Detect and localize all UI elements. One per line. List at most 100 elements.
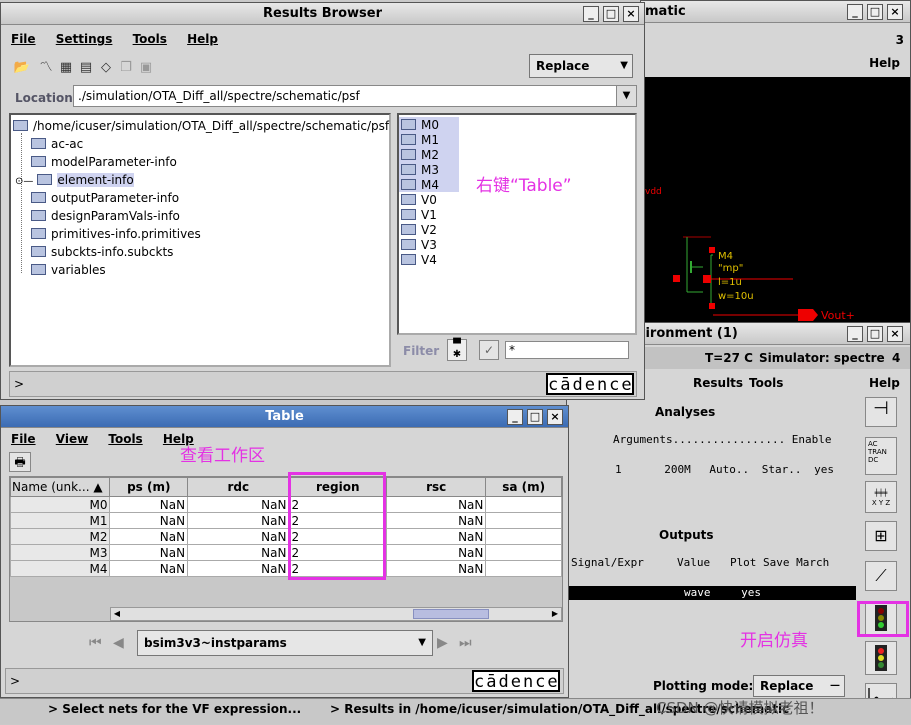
- choose-analyses-icon[interactable]: AC TRAN DC: [865, 437, 897, 475]
- minimize-icon[interactable]: _: [507, 409, 523, 425]
- tree-item-label: designParamVals-info: [51, 209, 180, 223]
- analysis-auto: Auto..: [709, 463, 750, 476]
- scroll-right-icon[interactable]: ▶: [549, 608, 561, 620]
- last-page-icon[interactable]: ⏭: [459, 628, 481, 658]
- annotation-view-region: 查看工作区: [180, 446, 265, 466]
- location-value: ./simulation/OTA_Diff_all/spectre/schema…: [78, 89, 360, 103]
- folder-icon: [31, 246, 46, 257]
- schematic-help-menu[interactable]: Help: [869, 56, 900, 70]
- chevron-down-icon[interactable]: ▼: [616, 86, 636, 106]
- tree-item[interactable]: ac-ac: [31, 135, 83, 153]
- column-header[interactable]: Name (unk... ▲: [10, 477, 111, 497]
- table-row[interactable]: M4 NaN NaN 2 NaN: [10, 560, 562, 577]
- filter-toggle-icon[interactable]: ▀ ✱: [447, 339, 467, 361]
- choose-design-icon[interactable]: ⊣: [865, 397, 897, 427]
- menu-results[interactable]: Results: [693, 373, 743, 393]
- menu-tools[interactable]: Tools: [133, 32, 167, 46]
- folder-icon: [31, 210, 46, 221]
- copy-icon[interactable]: ❐: [117, 59, 135, 77]
- schematic-canvas[interactable]: vdd M4 "mp" l=1u w=10u Vout+: [643, 77, 910, 329]
- tree-root[interactable]: /home/icuser/simulation/OTA_Diff_all/spe…: [13, 117, 389, 135]
- maximize-icon[interactable]: □: [867, 326, 883, 342]
- list-pane[interactable]: M0 M1 M2 M3 M4 V0 V1 V2 V3 V4: [397, 113, 637, 335]
- menu-tools[interactable]: Tools: [108, 432, 142, 446]
- edit-variables-icon[interactable]: ╪╪╪ X Y Z: [865, 481, 897, 513]
- tree-item-selected[interactable]: ⊙— element-info: [15, 171, 134, 189]
- tree-item[interactable]: modelParameter-info: [31, 153, 177, 171]
- tree-item[interactable]: primitives-info.primitives: [31, 225, 201, 243]
- diamond-icon[interactable]: ◇: [97, 59, 115, 77]
- column-header[interactable]: rsc: [385, 477, 487, 497]
- filter-input[interactable]: *: [505, 341, 629, 359]
- prompt: >: [10, 674, 21, 688]
- table-row[interactable]: M1 NaN NaN 2 NaN: [10, 512, 562, 529]
- tree-pane[interactable]: /home/icuser/simulation/OTA_Diff_all/spe…: [9, 113, 391, 367]
- replace-select[interactable]: Replace ▼: [529, 54, 633, 78]
- menu-settings[interactable]: Settings: [56, 32, 113, 46]
- table-command-line[interactable]: > cādence: [5, 668, 564, 694]
- vout-pin-icon: [798, 309, 818, 321]
- close-icon[interactable]: ×: [623, 6, 639, 22]
- column-header[interactable]: ps (m): [109, 477, 189, 497]
- maximize-icon[interactable]: □: [867, 4, 883, 20]
- tree-item[interactable]: subckts-info.subckts: [31, 243, 173, 261]
- outputs-row[interactable]: wave yes: [569, 586, 856, 600]
- stop-simulation-icon[interactable]: [865, 641, 897, 675]
- schematic-titlebar: matic _ □ ×: [641, 1, 910, 23]
- location-field[interactable]: ./simulation/OTA_Diff_all/spectre/schema…: [73, 85, 637, 107]
- close-icon[interactable]: ×: [887, 4, 903, 20]
- expander-icon[interactable]: ⊙—: [15, 176, 33, 187]
- folder-icon: [31, 228, 46, 239]
- table-icon[interactable]: ▦: [57, 59, 75, 77]
- param-select[interactable]: bsim3v3~instparams ▼: [137, 630, 433, 656]
- results-table[interactable]: Name (unk... ▲ ps (m) rdc region rsc sa …: [10, 477, 562, 577]
- paste-icon[interactable]: ▣: [137, 59, 155, 77]
- next-page-icon[interactable]: ▶: [437, 628, 459, 658]
- menu-view[interactable]: View: [56, 432, 88, 446]
- plot-icon[interactable]: 〽: [37, 59, 55, 77]
- cadence-logo: cādence: [546, 373, 634, 395]
- horizontal-scrollbar[interactable]: ◀ ▶: [110, 607, 562, 621]
- minimize-icon[interactable]: _: [583, 6, 599, 22]
- minimize-icon[interactable]: _: [847, 4, 863, 20]
- print-icon[interactable]: 🖶: [9, 452, 31, 472]
- table-row[interactable]: M3 NaN NaN 2 NaN: [10, 544, 562, 561]
- maximize-icon[interactable]: □: [527, 409, 543, 425]
- tree-item[interactable]: variables: [31, 261, 106, 279]
- open-folder-icon[interactable]: 📂: [13, 59, 31, 77]
- command-line[interactable]: > cādence: [9, 371, 637, 397]
- schematic-drawing: [673, 236, 818, 321]
- plotting-mode-select[interactable]: Replace —: [753, 675, 845, 697]
- menu-file[interactable]: File: [11, 32, 36, 46]
- delete-icon[interactable]: ⟋: [865, 561, 897, 591]
- cell-ps: NaN: [109, 528, 189, 545]
- minimize-icon[interactable]: _: [847, 326, 863, 342]
- sort-asc-icon[interactable]: ▲: [93, 480, 102, 494]
- setup-outputs-icon[interactable]: ⊞: [865, 521, 897, 551]
- menu-help[interactable]: Help: [187, 32, 218, 46]
- menu-file[interactable]: File: [11, 432, 36, 446]
- menu-help[interactable]: Help: [869, 373, 900, 393]
- scrollbar-thumb[interactable]: [413, 609, 489, 619]
- filter-apply-checkbox[interactable]: ✓: [479, 340, 499, 360]
- tree-item[interactable]: outputParameter-info: [31, 189, 179, 207]
- ade-title: vironment (1): [637, 326, 738, 341]
- table-row[interactable]: M2 NaN NaN 2 NaN: [10, 528, 562, 545]
- prev-page-icon[interactable]: ◀: [113, 628, 135, 658]
- first-page-icon[interactable]: ⏮: [89, 628, 111, 658]
- column-header[interactable]: sa (m): [485, 477, 562, 497]
- calculator-icon[interactable]: ▤: [77, 59, 95, 77]
- menu-tools[interactable]: Tools: [749, 373, 783, 393]
- maximize-icon[interactable]: □: [603, 6, 619, 22]
- column-header[interactable]: rdc: [187, 477, 290, 497]
- close-icon[interactable]: ×: [887, 326, 903, 342]
- table-row[interactable]: M0 NaN NaN 2 NaN: [10, 496, 562, 513]
- analyses-header: Arguments................. Enable: [613, 433, 832, 446]
- tree-item[interactable]: designParamVals-info: [31, 207, 180, 225]
- list-item[interactable]: V4: [401, 251, 437, 269]
- close-icon[interactable]: ×: [547, 409, 563, 425]
- results-browser-title: Results Browser: [263, 6, 382, 21]
- folder-icon: [401, 119, 416, 130]
- scroll-left-icon[interactable]: ◀: [111, 608, 123, 620]
- analyses-row[interactable]: 1 200M Auto.. Star.. yes: [615, 463, 855, 476]
